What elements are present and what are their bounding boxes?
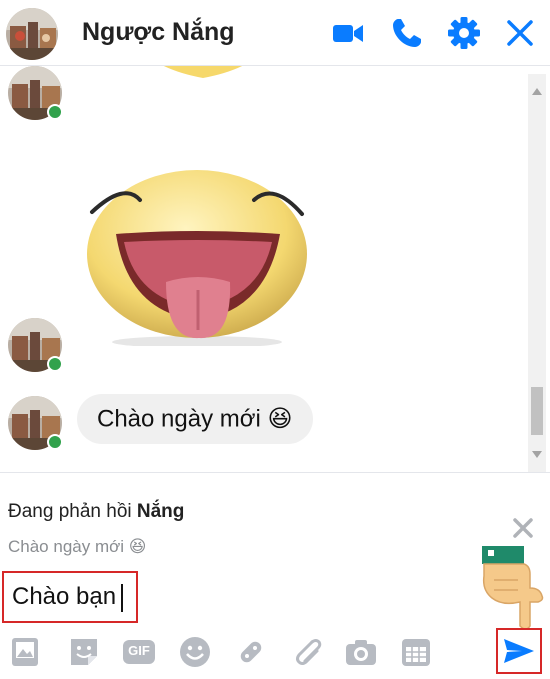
- voice-call-icon[interactable]: [390, 16, 424, 50]
- sticker-icon[interactable]: [66, 634, 102, 670]
- avatar[interactable]: [6, 8, 58, 60]
- sticker-message[interactable]: [128, 66, 278, 96]
- message-input[interactable]: Chào bạn: [2, 571, 138, 623]
- gif-label: GIF: [128, 643, 150, 658]
- chat-header: Ngược Nắng: [0, 0, 550, 66]
- reply-title: Đang phản hồi Nắng: [8, 501, 184, 523]
- settings-icon[interactable]: [447, 16, 481, 50]
- reply-preview: Đang phản hồi Nắng Chào ngày mới 😆: [0, 472, 550, 569]
- online-status-dot: [47, 104, 63, 120]
- camera-icon[interactable]: [343, 634, 379, 670]
- laughing-emoji-icon: 😆: [267, 405, 293, 433]
- scrollbar[interactable]: [528, 74, 546, 472]
- sticker-message[interactable]: [84, 162, 310, 348]
- online-status-dot: [47, 356, 63, 372]
- online-status-dot: [47, 434, 63, 450]
- reply-prefix: Đang phản hồi: [8, 501, 137, 522]
- game-icon[interactable]: [233, 634, 269, 670]
- message-text: Chào ngày mới: [97, 405, 261, 433]
- video-call-icon[interactable]: [331, 16, 365, 50]
- contact-name[interactable]: Ngược Nắng: [82, 18, 235, 47]
- send-button[interactable]: [496, 628, 542, 674]
- chat-window: Ngược Nắng Chào ngày mới 😆 Đang phản hồi…: [0, 0, 550, 679]
- reply-quoted-message: Chào ngày mới 😆: [8, 537, 147, 557]
- text-caret: [121, 583, 124, 612]
- laughing-emoji-icon: 😆: [128, 537, 147, 556]
- reply-name: Nắng: [136, 501, 185, 522]
- close-icon[interactable]: [503, 16, 537, 50]
- emoji-icon[interactable]: [177, 634, 213, 670]
- message-list[interactable]: Chào ngày mới 😆: [0, 66, 550, 472]
- image-icon[interactable]: [8, 634, 44, 670]
- reply-quoted-text: Chào ngày mới: [8, 537, 125, 556]
- calendar-icon[interactable]: [398, 634, 434, 670]
- scroll-down-arrow-icon[interactable]: [532, 451, 542, 458]
- message-input-value: Chào bạn: [12, 583, 117, 610]
- attachment-icon[interactable]: [288, 634, 324, 670]
- message-bubble[interactable]: Chào ngày mới 😆: [77, 394, 313, 444]
- send-icon: [504, 639, 534, 663]
- scroll-up-arrow-icon[interactable]: [532, 88, 542, 95]
- scroll-thumb[interactable]: [531, 387, 543, 435]
- pointing-hand-icon: [472, 540, 548, 632]
- cancel-reply-close-icon[interactable]: [510, 515, 536, 541]
- gif-icon[interactable]: GIF: [121, 634, 157, 670]
